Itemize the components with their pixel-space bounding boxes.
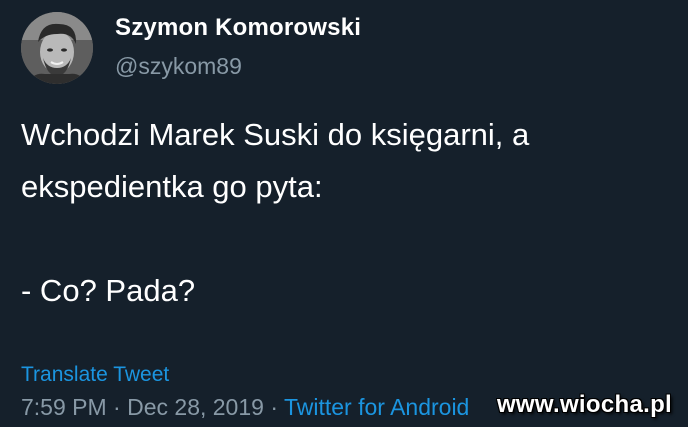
avatar-photo [21, 12, 93, 84]
meta-separator: · [270, 394, 278, 420]
tweet-card: Szymon Komorowski @szykom89 Wchodzi Mare… [0, 0, 688, 427]
tweet-metadata: 7:59 PM · Dec 28, 2019 · Twitter for And… [21, 391, 469, 423]
tweet-source-link[interactable]: Twitter for Android [284, 394, 469, 420]
tweet-time[interactable]: 7:59 PM [21, 394, 107, 420]
tweet-text-line: ekspedientka go pyta: [21, 169, 323, 204]
tweet-text-line [21, 213, 681, 265]
meta-separator: · [113, 394, 121, 420]
translate-tweet-link[interactable]: Translate Tweet [21, 361, 169, 389]
tweet-text: Wchodzi Marek Suski do księgarni, a eksp… [21, 109, 681, 317]
tweet-date[interactable]: Dec 28, 2019 [127, 394, 264, 420]
tweet-text-line: Wchodzi Marek Suski do księgarni, a [21, 117, 530, 152]
tweet-text-line: - Co? Pada? [21, 273, 196, 308]
watermark: www.wiocha.pl [496, 391, 672, 418]
avatar[interactable] [21, 12, 93, 84]
author-handle[interactable]: @szykom89 [115, 51, 242, 81]
author-display-name[interactable]: Szymon Komorowski [115, 12, 361, 44]
